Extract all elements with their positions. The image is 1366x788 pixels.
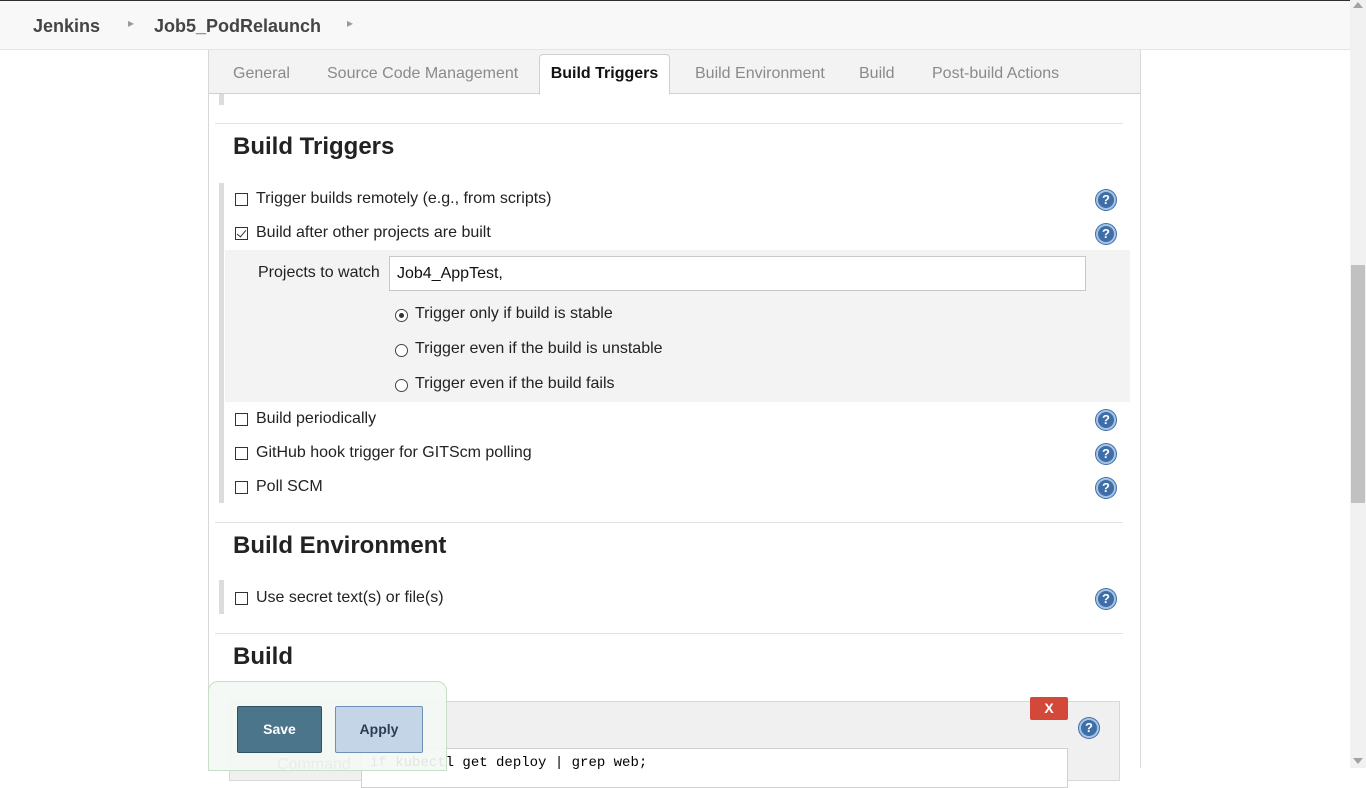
- secret-text-label: Use secret text(s) or file(s): [256, 589, 444, 606]
- chevron-right-icon[interactable]: ▸: [128, 16, 134, 30]
- tab-build-environment[interactable]: Build Environment: [695, 65, 825, 83]
- divider: [215, 123, 1123, 124]
- section-indent-bar: [219, 183, 224, 503]
- poll-scm-label: Poll SCM: [256, 478, 323, 495]
- build-after-other-label: Build after other projects are built: [256, 224, 491, 241]
- help-icon[interactable]: ?: [1096, 190, 1116, 210]
- build-periodically-checkbox[interactable]: [235, 413, 248, 426]
- section-title-build-environment: Build Environment: [233, 532, 447, 559]
- tab-build-triggers[interactable]: Build Triggers: [539, 54, 670, 95]
- section-indent-bar: [219, 580, 224, 614]
- delete-step-button[interactable]: X: [1030, 697, 1068, 720]
- chevron-right-icon[interactable]: ▸: [347, 16, 353, 30]
- breadcrumb-job[interactable]: Job5_PodRelaunch: [154, 16, 321, 37]
- breadcrumb-jenkins[interactable]: Jenkins: [33, 16, 100, 37]
- breadcrumb-bar: Jenkins ▸ Job5_PodRelaunch ▸: [0, 0, 1350, 50]
- job-config-panel: General Source Code Management Build Tri…: [208, 50, 1141, 788]
- projects-to-watch-input[interactable]: Job4_AppTest,: [389, 256, 1086, 291]
- build-after-other-settings: Projects to watch Job4_AppTest, Trigger …: [225, 250, 1130, 402]
- scroll-up-icon[interactable]: [1353, 2, 1363, 8]
- section-indent-bar: [219, 94, 224, 105]
- build-periodically-label: Build periodically: [256, 410, 377, 427]
- config-tabbar: General Source Code Management Build Tri…: [209, 50, 1140, 95]
- radio-fails[interactable]: [395, 379, 408, 392]
- github-hook-checkbox[interactable]: [235, 447, 248, 460]
- divider: [215, 522, 1123, 523]
- radio-fails-label: Trigger even if the build fails: [415, 375, 615, 392]
- tab-source-code-management[interactable]: Source Code Management: [327, 65, 518, 83]
- poll-scm-checkbox[interactable]: [235, 481, 248, 494]
- command-editor[interactable]: if kubectl get deploy | grep web;: [361, 748, 1068, 788]
- help-icon[interactable]: ?: [1096, 224, 1116, 244]
- secret-text-checkbox[interactable]: [235, 592, 248, 605]
- scroll-down-icon[interactable]: [1353, 758, 1363, 764]
- help-icon[interactable]: ?: [1096, 444, 1116, 464]
- tab-general[interactable]: General: [233, 65, 290, 83]
- projects-to-watch-label: Projects to watch: [258, 264, 380, 281]
- radio-unstable[interactable]: [395, 344, 408, 357]
- radio-stable-label: Trigger only if build is stable: [415, 305, 613, 322]
- trigger-remotely-checkbox[interactable]: [235, 193, 248, 206]
- build-after-other-checkbox[interactable]: [235, 227, 248, 240]
- section-title-build: Build: [233, 643, 293, 670]
- tab-post-build-actions[interactable]: Post-build Actions: [932, 65, 1059, 83]
- save-button[interactable]: Save: [237, 706, 322, 753]
- help-icon[interactable]: ?: [1096, 410, 1116, 430]
- trigger-remotely-label: Trigger builds remotely (e.g., from scri…: [256, 190, 552, 207]
- apply-button[interactable]: Apply: [335, 706, 423, 753]
- section-title-build-triggers: Build Triggers: [233, 133, 395, 160]
- scrollbar-thumb[interactable]: [1351, 265, 1365, 503]
- help-icon[interactable]: ?: [1079, 718, 1099, 738]
- divider: [215, 633, 1123, 634]
- radio-stable[interactable]: [395, 309, 408, 322]
- radio-unstable-label: Trigger even if the build is unstable: [415, 340, 663, 357]
- help-icon[interactable]: ?: [1096, 589, 1116, 609]
- tab-build[interactable]: Build: [859, 65, 895, 83]
- github-hook-label: GitHub hook trigger for GITScm polling: [256, 444, 532, 461]
- help-icon[interactable]: ?: [1096, 478, 1116, 498]
